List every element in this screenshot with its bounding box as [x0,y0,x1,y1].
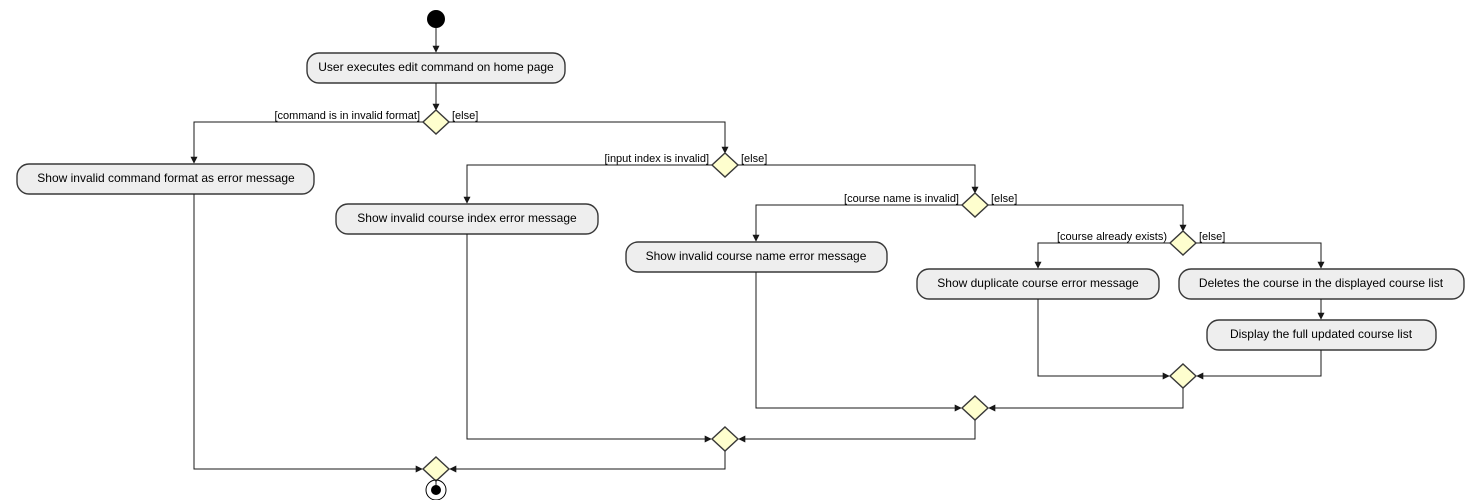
guard-d1-right: [else] [452,110,478,122]
guard-d2-left: [input index is invalid] [604,153,709,165]
guard-d2-right: [else] [741,153,767,165]
edge-d2-left [467,165,712,203]
edge-m4-to-m3 [989,388,1183,408]
decision-1 [423,110,449,134]
edge-d2-right [738,165,975,193]
guard-d4-right: [else] [1199,231,1225,243]
merge-1 [423,457,449,481]
action-delete-course-label: Deletes the course in the displayed cour… [1199,276,1444,290]
activity-diagram: User executes edit command on home page … [0,0,1478,500]
decision-3 [962,193,988,217]
guard-d1-left: [command is in invalid format] [275,110,421,122]
edge-d3-right [988,205,1183,231]
edge-d4-right [1196,243,1321,268]
guard-d3-right: [else] [991,193,1017,205]
action-start-label: User executes edit command on home page [318,60,554,74]
action-invalid-format-label: Show invalid command format as error mes… [37,171,295,185]
merge-3 [962,396,988,420]
guard-d4-left: [course already exists) [1057,231,1167,243]
edge-m2-to-m1 [450,451,725,469]
edge-d1-left [194,122,423,163]
edge-dup-to-m4 [1038,299,1169,376]
edge-m3-to-m2 [739,420,975,439]
final-node-inner [431,485,441,495]
decision-2 [712,153,738,177]
action-invalid-name-label: Show invalid course name error message [646,249,867,263]
edge-disp-to-m4 [1197,350,1321,376]
guard-d3-left: [course name is invalid] [844,193,959,205]
initial-node [427,10,445,28]
decision-4 [1170,231,1196,255]
merge-2 [712,427,738,451]
edge-d1-right [449,122,725,153]
action-display-list-label: Display the full updated course list [1230,327,1413,341]
edge-d4-left [1038,243,1170,268]
merge-4 [1170,364,1196,388]
edge-invfmt-to-m1 [194,194,422,469]
action-duplicate-course-label: Show duplicate course error message [937,276,1139,290]
action-invalid-index-label: Show invalid course index error message [357,211,577,225]
edge-d3-left [756,205,962,241]
